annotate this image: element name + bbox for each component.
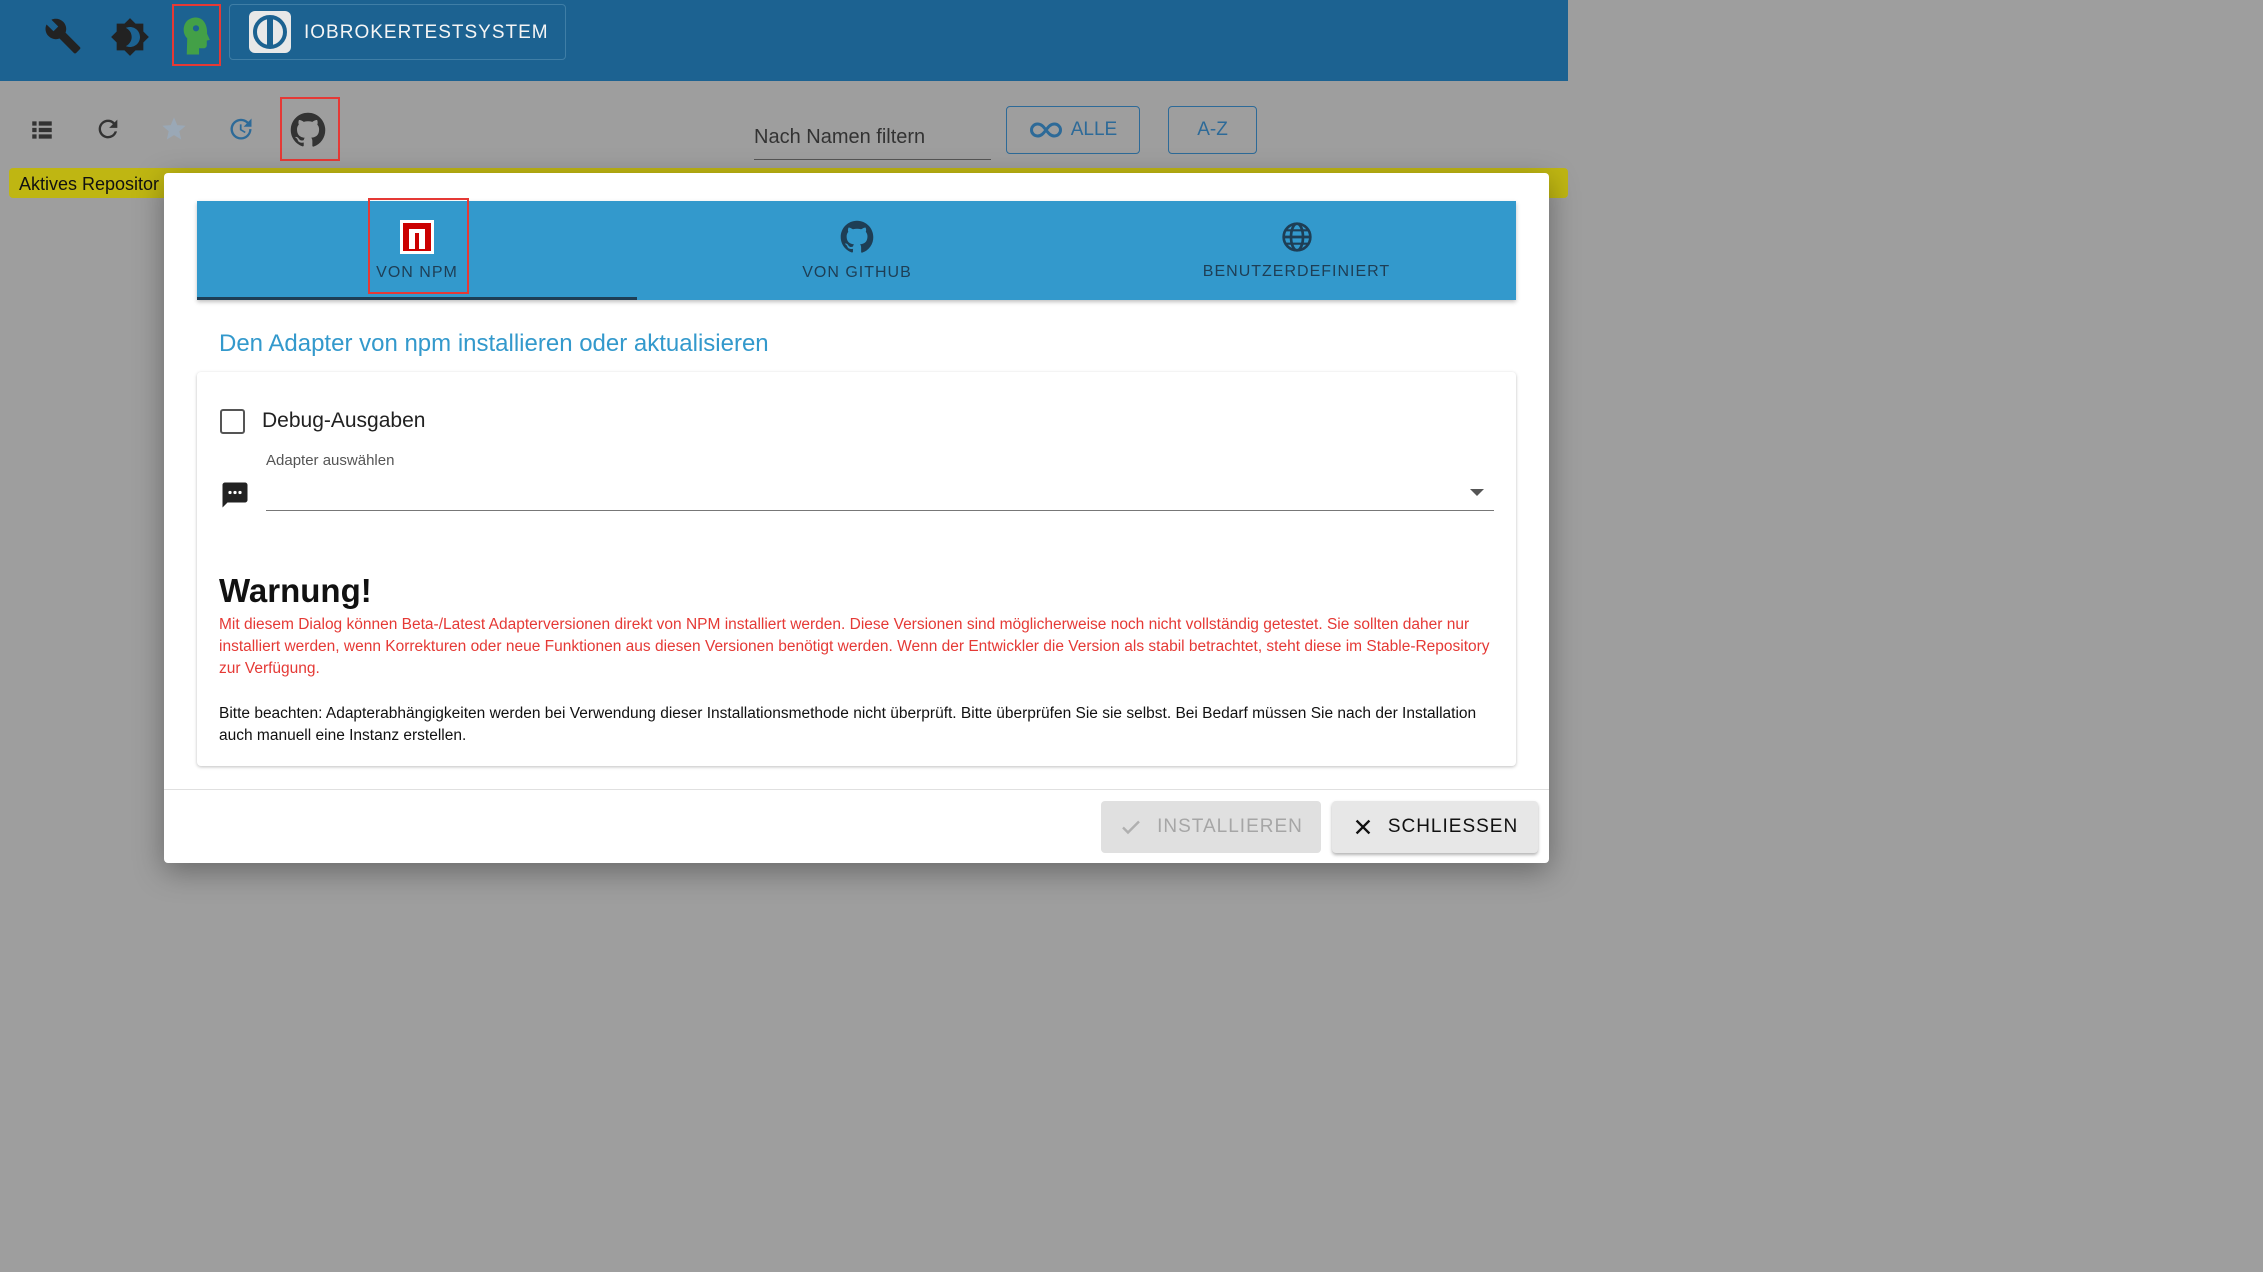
dialog-actions-divider	[164, 789, 1549, 790]
active-tab-indicator	[197, 297, 637, 300]
tab-custom-label: BENUTZERDEFINIERT	[1202, 262, 1391, 280]
close-button-label: SCHLIESSEN	[1387, 816, 1519, 837]
adapter-select-label: Adapter auswählen	[266, 452, 395, 469]
brightness-icon[interactable]	[110, 17, 150, 57]
wrench-icon[interactable]	[44, 17, 82, 55]
dialog-heading: Den Adapter von npm installieren oder ak…	[219, 330, 769, 357]
filter-all-label: ALLE	[1070, 119, 1118, 140]
github-icon	[840, 220, 874, 253]
tab-custom[interactable]: BENUTZERDEFINIERT	[1077, 201, 1516, 300]
host-name: IOBROKERTESTSYSTEM	[304, 22, 549, 43]
debug-checkbox-label: Debug-Ausgaben	[262, 409, 426, 432]
github-icon[interactable]	[290, 112, 326, 148]
debug-checkbox[interactable]	[220, 409, 245, 434]
install-button[interactable]: INSTALLIEREN	[1101, 801, 1321, 853]
tab-github[interactable]: VON GITHUB	[637, 201, 1077, 300]
npm-tab-highlight	[368, 198, 469, 294]
install-button-label: INSTALLIEREN	[1157, 816, 1303, 837]
name-filter-input[interactable]: Nach Namen filtern	[754, 126, 991, 160]
sort-az-button[interactable]: A-Z	[1168, 106, 1257, 154]
close-button[interactable]: SCHLIESSEN	[1332, 801, 1538, 853]
list-view-icon[interactable]	[29, 117, 55, 143]
message-icon	[222, 482, 248, 508]
tab-github-label: VON GITHUB	[802, 263, 912, 281]
infinity-icon	[1029, 122, 1062, 138]
close-icon	[1355, 819, 1371, 835]
sort-az-label: A-Z	[1197, 119, 1228, 140]
filter-all-button[interactable]: ALLE	[1006, 106, 1140, 154]
globe-icon	[1281, 221, 1312, 252]
warning-text: Mit diesem Dialog können Beta-/Latest Ad…	[219, 616, 1490, 677]
update-icon[interactable]	[227, 115, 255, 143]
iobroker-logo-icon	[249, 11, 291, 53]
repository-banner-text: Aktives Repositor	[19, 174, 160, 194]
warning-title: Warnung!	[219, 572, 372, 609]
dependency-note: Bitte beachten: Adapterabhängigkeiten we…	[219, 705, 1477, 744]
dropdown-arrow-icon[interactable]	[1467, 485, 1487, 499]
refresh-icon[interactable]	[94, 115, 122, 143]
expert-mode-icon[interactable]	[180, 16, 212, 56]
check-icon	[1122, 820, 1140, 835]
adapter-select[interactable]	[266, 487, 1494, 511]
star-icon[interactable]	[160, 115, 188, 143]
